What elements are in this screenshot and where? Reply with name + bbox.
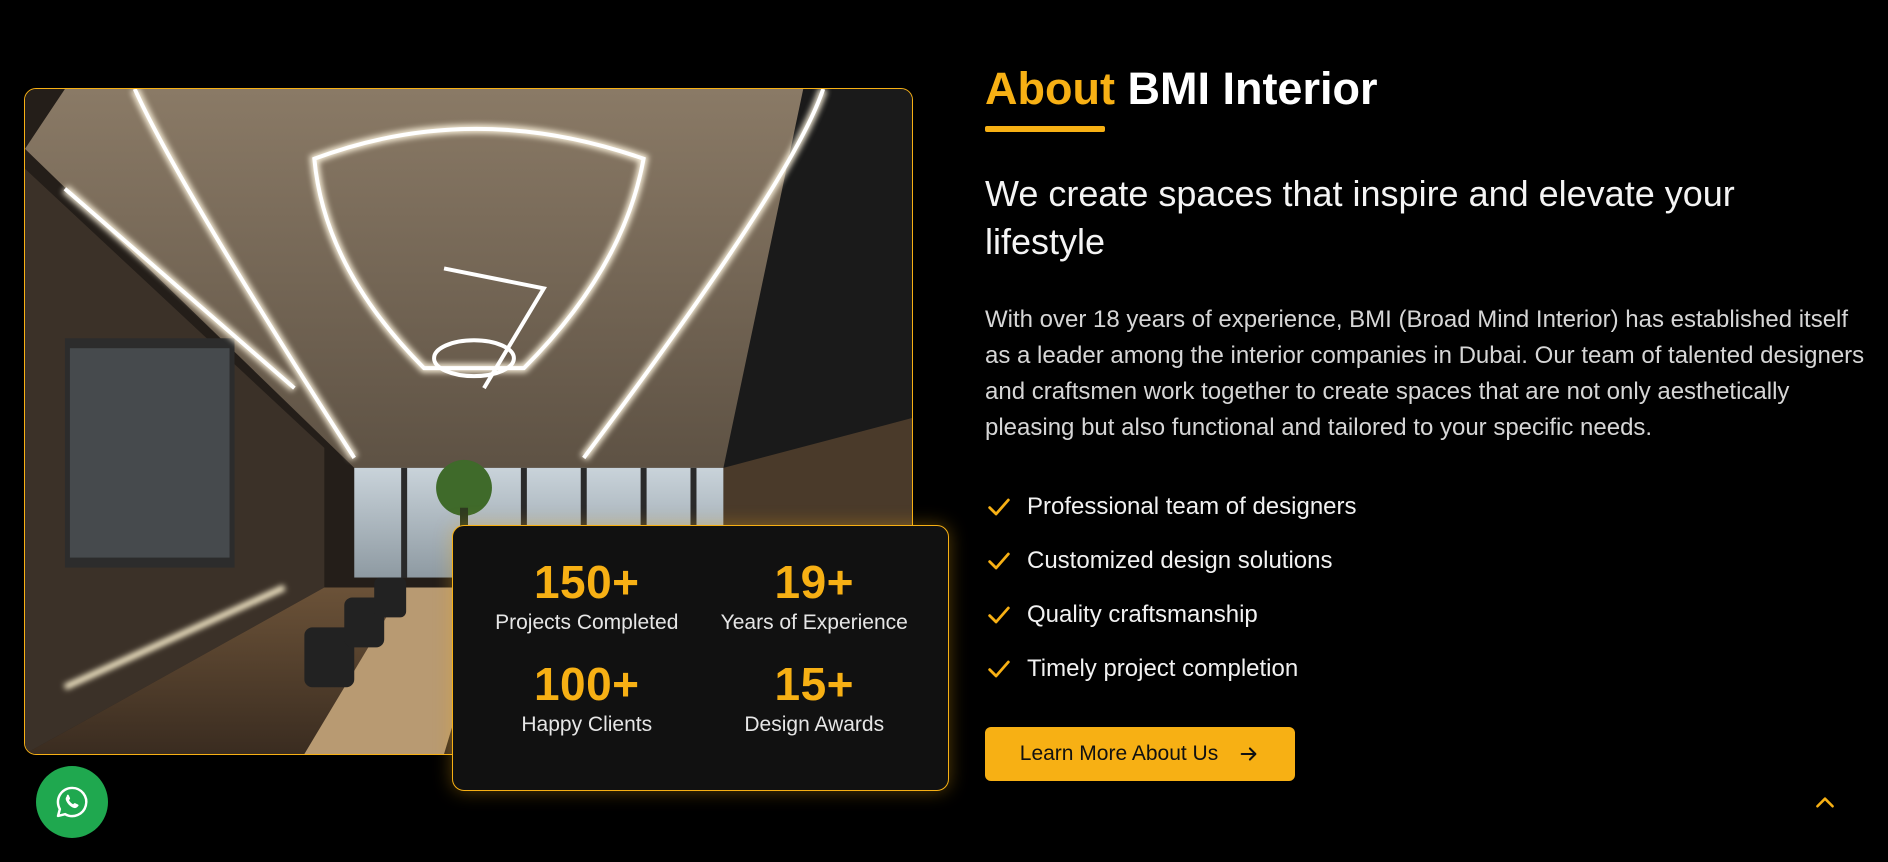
whatsapp-icon [56, 786, 88, 818]
feature-item: Quality craftsmanship [985, 588, 1357, 642]
feature-item: Customized design solutions [985, 534, 1357, 588]
check-icon [988, 606, 1010, 624]
feature-item: Timely project completion [985, 642, 1357, 696]
check-icon [988, 552, 1010, 570]
feature-label: Quality craftsmanship [1027, 601, 1258, 628]
feature-label: Timely project completion [1027, 655, 1299, 682]
subtitle: We create spaces that inspire and elevat… [985, 173, 1735, 262]
stats-card: 150+ Projects Completed 19+ Years of Exp… [452, 525, 949, 791]
stat-value: 15+ [774, 658, 855, 710]
stat-value: 150+ [533, 556, 640, 608]
stat-label: Happy Clients [521, 713, 653, 736]
whatsapp-button[interactable] [36, 766, 108, 838]
stat-projects: 150+ Projects Completed [473, 556, 701, 658]
title-underline [985, 126, 1105, 132]
check-icon [988, 660, 1010, 678]
stat-value: 100+ [533, 658, 640, 710]
stat-label: Design Awards [744, 713, 885, 736]
stat-label: Projects Completed [495, 611, 679, 634]
feature-list: Professional team of designers Customize… [985, 480, 1357, 696]
title-accent: About [985, 63, 1115, 114]
feature-label: Professional team of designers [1027, 493, 1357, 520]
section-title: About BMI Interior [985, 62, 1377, 116]
title-rest: BMI Interior [1127, 63, 1378, 114]
feature-item: Professional team of designers [985, 480, 1357, 534]
arrow-right-icon [1240, 747, 1257, 761]
stat-awards: 15+ Design Awards [701, 658, 929, 760]
check-icon [988, 498, 1010, 516]
chevron-up-icon [1816, 797, 1834, 808]
description: With over 18 years of experience, BMI (B… [985, 306, 1865, 441]
stat-experience: 19+ Years of Experience [701, 556, 929, 658]
learn-more-button[interactable]: Learn More About Us [985, 727, 1295, 781]
scroll-to-top-button[interactable] [1810, 788, 1840, 818]
stat-clients: 100+ Happy Clients [473, 658, 701, 760]
stat-label: Years of Experience [720, 611, 908, 634]
stat-value: 19+ [774, 556, 855, 608]
learn-more-label: Learn More About Us [1019, 742, 1219, 765]
feature-label: Customized design solutions [1027, 547, 1333, 574]
